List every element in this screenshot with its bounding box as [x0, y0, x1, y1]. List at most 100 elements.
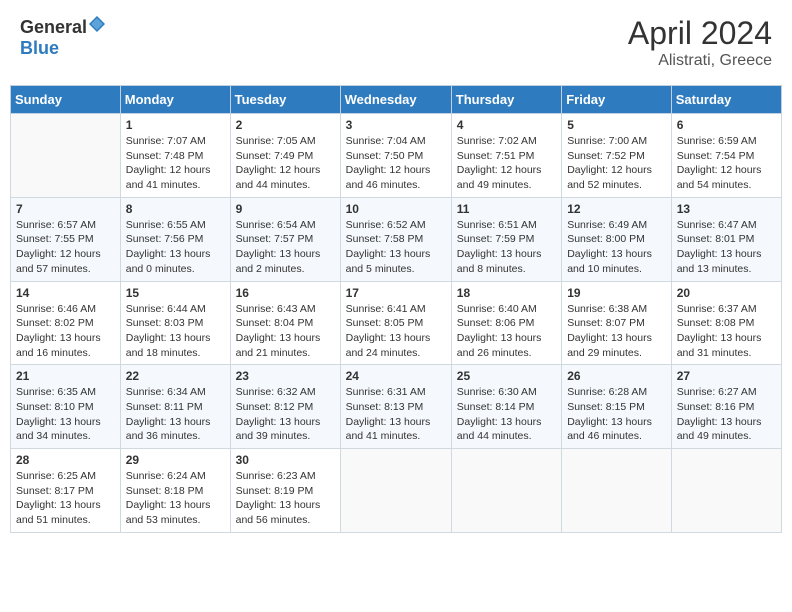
day-info: Sunrise: 6:30 AM Sunset: 8:14 PM Dayligh… — [457, 385, 556, 444]
day-number: 13 — [677, 202, 776, 216]
logo-blue: Blue — [20, 38, 59, 58]
calendar-cell: 24 Sunrise: 6:31 AM Sunset: 8:13 PM Dayli… — [340, 365, 451, 449]
day-number: 12 — [567, 202, 666, 216]
logo-icon — [88, 15, 106, 33]
week-row-4: 21Sunrise: 6:35 AM Sunset: 8:10 PM Dayli… — [11, 365, 782, 449]
day-number: 28 — [16, 453, 115, 467]
day-number: 29 — [126, 453, 225, 467]
day-number: 9 — [236, 202, 335, 216]
week-row-2: 7Sunrise: 6:57 AM Sunset: 7:55 PM Daylig… — [11, 197, 782, 281]
day-number: 1 — [126, 118, 225, 132]
day-number: 19 — [567, 286, 666, 300]
day-number: 22 — [126, 369, 225, 383]
day-info: Sunrise: 6:55 AM Sunset: 7:56 PM Dayligh… — [126, 218, 225, 277]
calendar-cell: 29Sunrise: 6:24 AM Sunset: 8:18 PM Dayli… — [120, 449, 230, 533]
day-info: Sunrise: 7:07 AM Sunset: 7:48 PM Dayligh… — [126, 134, 225, 193]
week-row-5: 28Sunrise: 6:25 AM Sunset: 8:17 PM Dayli… — [11, 449, 782, 533]
calendar-cell: 25 Sunrise: 6:30 AM Sunset: 8:14 PM Dayli… — [451, 365, 561, 449]
calendar-cell — [671, 449, 781, 533]
day-number: 8 — [126, 202, 225, 216]
calendar-body: 1 Sunrise: 7:07 AM Sunset: 7:48 PM Daylig… — [11, 114, 782, 533]
day-info: Sunrise: 6:40 AM Sunset: 8:06 PM Dayligh… — [457, 302, 556, 361]
calendar-cell: 17Sunrise: 6:41 AM Sunset: 8:05 PM Dayli… — [340, 281, 451, 365]
month-title: April 2024 — [628, 15, 772, 52]
day-number: 24 — [346, 369, 446, 383]
calendar-cell: 10 Sunrise: 6:52 AM Sunset: 7:58 PM Dayli… — [340, 197, 451, 281]
day-info: Sunrise: 6:28 AM Sunset: 8:15 PM Dayligh… — [567, 385, 666, 444]
calendar-cell: 13 Sunrise: 6:47 AM Sunset: 8:01 PM Dayli… — [671, 197, 781, 281]
day-info: Sunrise: 7:04 AM Sunset: 7:50 PM Dayligh… — [346, 134, 446, 193]
calendar-cell: 18 Sunrise: 6:40 AM Sunset: 8:06 PM Dayli… — [451, 281, 561, 365]
calendar-cell — [451, 449, 561, 533]
calendar-cell: 23Sunrise: 6:32 AM Sunset: 8:12 PM Dayli… — [230, 365, 340, 449]
logo-general: General — [20, 17, 87, 37]
calendar-cell: 14Sunrise: 6:46 AM Sunset: 8:02 PM Dayli… — [11, 281, 121, 365]
calendar-cell: 12 Sunrise: 6:49 AM Sunset: 8:00 PM Dayli… — [562, 197, 672, 281]
calendar-cell: 22 Sunrise: 6:34 AM Sunset: 8:11 PM Dayli… — [120, 365, 230, 449]
day-number: 20 — [677, 286, 776, 300]
day-info: Sunrise: 6:59 AM Sunset: 7:54 PM Dayligh… — [677, 134, 776, 193]
calendar-cell: 20Sunrise: 6:37 AM Sunset: 8:08 PM Dayli… — [671, 281, 781, 365]
week-row-1: 1 Sunrise: 7:07 AM Sunset: 7:48 PM Daylig… — [11, 114, 782, 198]
calendar-cell: 1 Sunrise: 7:07 AM Sunset: 7:48 PM Daylig… — [120, 114, 230, 198]
day-number: 16 — [236, 286, 335, 300]
calendar-cell: 3 Sunrise: 7:04 AM Sunset: 7:50 PM Daylig… — [340, 114, 451, 198]
calendar-cell: 7Sunrise: 6:57 AM Sunset: 7:55 PM Daylig… — [11, 197, 121, 281]
calendar-cell — [562, 449, 672, 533]
day-info: Sunrise: 6:52 AM Sunset: 7:58 PM Dayligh… — [346, 218, 446, 277]
day-info: Sunrise: 6:54 AM Sunset: 7:57 PM Dayligh… — [236, 218, 335, 277]
calendar-cell: 21Sunrise: 6:35 AM Sunset: 8:10 PM Dayli… — [11, 365, 121, 449]
calendar-cell: 4 Sunrise: 7:02 AM Sunset: 7:51 PM Daylig… — [451, 114, 561, 198]
day-info: Sunrise: 6:47 AM Sunset: 8:01 PM Dayligh… — [677, 218, 776, 277]
calendar-cell: 9 Sunrise: 6:54 AM Sunset: 7:57 PM Daylig… — [230, 197, 340, 281]
calendar-cell: 30 Sunrise: 6:23 AM Sunset: 8:19 PM Dayli… — [230, 449, 340, 533]
day-info: Sunrise: 7:05 AM Sunset: 7:49 PM Dayligh… — [236, 134, 335, 193]
day-info: Sunrise: 6:43 AM Sunset: 8:04 PM Dayligh… — [236, 302, 335, 361]
day-number: 6 — [677, 118, 776, 132]
day-info: Sunrise: 6:38 AM Sunset: 8:07 PM Dayligh… — [567, 302, 666, 361]
day-number: 17 — [346, 286, 446, 300]
day-number: 3 — [346, 118, 446, 132]
day-number: 10 — [346, 202, 446, 216]
day-number: 15 — [126, 286, 225, 300]
calendar-cell: 16 Sunrise: 6:43 AM Sunset: 8:04 PM Dayli… — [230, 281, 340, 365]
header-cell-friday: Friday — [562, 86, 672, 114]
day-number: 21 — [16, 369, 115, 383]
logo-text: General Blue — [20, 15, 106, 59]
title-block: April 2024 Alistrati, Greece — [628, 15, 772, 70]
calendar-table: SundayMondayTuesdayWednesdayThursdayFrid… — [10, 85, 782, 533]
day-number: 25 — [457, 369, 556, 383]
day-info: Sunrise: 6:51 AM Sunset: 7:59 PM Dayligh… — [457, 218, 556, 277]
day-info: Sunrise: 6:27 AM Sunset: 8:16 PM Dayligh… — [677, 385, 776, 444]
day-info: Sunrise: 7:00 AM Sunset: 7:52 PM Dayligh… — [567, 134, 666, 193]
day-info: Sunrise: 6:34 AM Sunset: 8:11 PM Dayligh… — [126, 385, 225, 444]
calendar-cell: 28Sunrise: 6:25 AM Sunset: 8:17 PM Dayli… — [11, 449, 121, 533]
day-info: Sunrise: 6:49 AM Sunset: 8:00 PM Dayligh… — [567, 218, 666, 277]
calendar-cell: 19 Sunrise: 6:38 AM Sunset: 8:07 PM Dayli… — [562, 281, 672, 365]
day-number: 4 — [457, 118, 556, 132]
calendar-cell: 2 Sunrise: 7:05 AM Sunset: 7:49 PM Daylig… — [230, 114, 340, 198]
logo: General Blue — [20, 15, 106, 59]
header-cell-monday: Monday — [120, 86, 230, 114]
day-number: 7 — [16, 202, 115, 216]
week-row-3: 14Sunrise: 6:46 AM Sunset: 8:02 PM Dayli… — [11, 281, 782, 365]
day-info: Sunrise: 6:23 AM Sunset: 8:19 PM Dayligh… — [236, 469, 335, 528]
header-cell-thursday: Thursday — [451, 86, 561, 114]
header-cell-sunday: Sunday — [11, 86, 121, 114]
day-number: 30 — [236, 453, 335, 467]
day-number: 2 — [236, 118, 335, 132]
day-number: 18 — [457, 286, 556, 300]
calendar-cell: 8 Sunrise: 6:55 AM Sunset: 7:56 PM Daylig… — [120, 197, 230, 281]
header-cell-wednesday: Wednesday — [340, 86, 451, 114]
calendar-cell: 15 Sunrise: 6:44 AM Sunset: 8:03 PM Dayli… — [120, 281, 230, 365]
calendar-cell: 11Sunrise: 6:51 AM Sunset: 7:59 PM Dayli… — [451, 197, 561, 281]
day-info: Sunrise: 6:46 AM Sunset: 8:02 PM Dayligh… — [16, 302, 115, 361]
day-info: Sunrise: 6:31 AM Sunset: 8:13 PM Dayligh… — [346, 385, 446, 444]
page-header: General Blue April 2024 Alistrati, Greec… — [10, 10, 782, 75]
header-cell-saturday: Saturday — [671, 86, 781, 114]
day-info: Sunrise: 7:02 AM Sunset: 7:51 PM Dayligh… — [457, 134, 556, 193]
day-number: 5 — [567, 118, 666, 132]
day-info: Sunrise: 6:44 AM Sunset: 8:03 PM Dayligh… — [126, 302, 225, 361]
calendar-cell: 5 Sunrise: 7:00 AM Sunset: 7:52 PM Daylig… — [562, 114, 672, 198]
header-cell-tuesday: Tuesday — [230, 86, 340, 114]
